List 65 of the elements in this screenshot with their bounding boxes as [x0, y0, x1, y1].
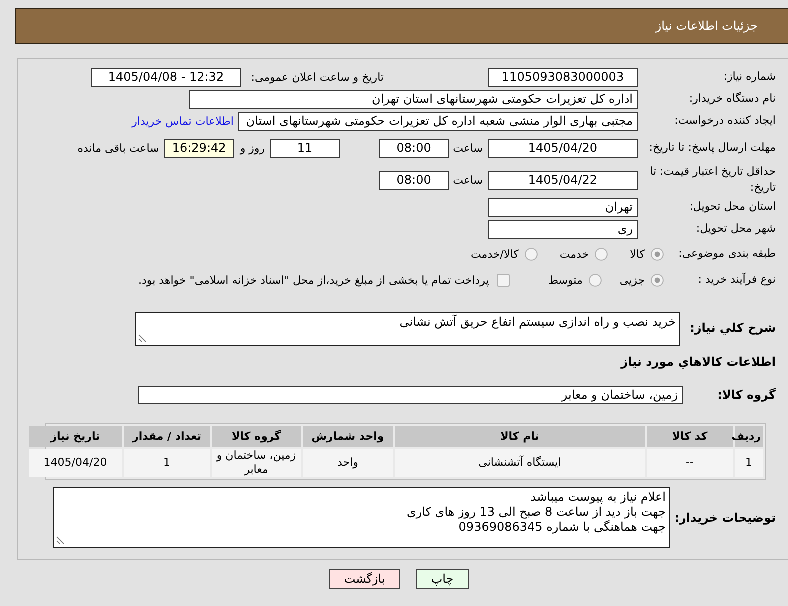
table-cell: 1: [124, 449, 210, 477]
page-title: جزئیات اطلاعات نیاز: [656, 19, 758, 33]
city-field[interactable]: ری: [488, 220, 638, 238]
field-label: حداقل تاریخ اعتبار قیمت: تا تاریخ:: [649, 164, 776, 196]
goods-group-field[interactable]: زمین، ساختمان و معابر: [138, 386, 683, 404]
field-label: طبقه بندی موضوعی:: [678, 246, 776, 262]
field-label: شماره نیاز:: [722, 69, 776, 85]
province-field[interactable]: تهران: [488, 198, 638, 216]
field-label: استان محل تحویل:: [688, 199, 776, 215]
field-label: ساعت باقی مانده: [78, 142, 160, 154]
back-button[interactable]: بازگشت: [329, 569, 400, 589]
announce-date-field[interactable]: 1405/04/08 - 12:32: [91, 68, 242, 86]
field-label: روز و: [240, 142, 266, 154]
column-header: تعداد / مقدار: [124, 426, 210, 447]
column-header: گروه کالا: [212, 426, 301, 447]
option-label: متوسط: [548, 274, 583, 286]
resize-grip-icon[interactable]: [56, 536, 65, 545]
field-label: ساعت: [453, 174, 483, 186]
radio-button[interactable]: [651, 274, 664, 286]
table-cell: --: [647, 449, 733, 477]
validity-time-field[interactable]: 08:00: [379, 170, 450, 190]
print-button[interactable]: چاپ: [416, 569, 469, 589]
option-label: کالا: [630, 248, 645, 260]
column-header: تاریخ نیاز: [29, 426, 122, 447]
column-header: نام کالا: [395, 426, 645, 447]
table-cell: ایستگاه آتشنشانی: [395, 449, 645, 477]
table-cell: 1: [735, 449, 763, 477]
resize-grip-icon[interactable]: [138, 334, 147, 343]
field-label: ایجاد کننده درخواست:: [674, 113, 776, 129]
option-label: جزیی: [620, 274, 645, 286]
field-label: نوع فرآیند خرید :: [697, 272, 776, 288]
column-header: ردیف: [735, 426, 763, 447]
column-header: واحد شمارش: [303, 426, 393, 447]
deadline-date-field[interactable]: 1405/04/20: [488, 138, 638, 158]
need-number-field[interactable]: 1105093083000003: [488, 68, 638, 86]
field-label: شهر محل تحویل:: [695, 221, 776, 237]
option-label: خدمت: [560, 248, 590, 260]
radio-button[interactable]: [524, 248, 538, 260]
table-cell: واحد: [303, 449, 393, 477]
field-label: تاریخ و ساعت اعلان عمومی:: [251, 70, 384, 84]
radio-button[interactable]: [588, 274, 602, 286]
option-label: کالا/خدمت: [471, 248, 519, 260]
contact-link[interactable]: اطلاعات تماس خریدار: [132, 114, 234, 128]
field-label: نام دستگاه خریدار:: [688, 91, 776, 107]
buyer-notes-field[interactable]: اعلام نیاز به پیوست میباشد جهت باز دید از ساعت 8 صبح الی 13 روز های کاری جهت هماهنگی با شماره 09369086345: [53, 487, 670, 548]
radio-button[interactable]: [651, 248, 664, 260]
field-label: توضیحات خریدار:: [674, 510, 776, 524]
validity-date-field[interactable]: 1405/04/22: [488, 170, 638, 190]
checkbox-label: پرداخت تمام یا بخشی از مبلغ خرید،از محل "اسناد خزانه اسلامی" خواهد بود.: [138, 274, 490, 286]
requester-field[interactable]: مجتبی بهاری الوار منشی شعبه اداره کل تعزیرات حکومتی شهرستانهای استان: [238, 112, 638, 130]
field-label: گروه کالا:: [716, 388, 776, 402]
radio-button[interactable]: [595, 248, 608, 260]
table-cell: 1405/04/20: [29, 449, 122, 477]
section-heading: اطلاعات كالاهاي مورد نياز: [620, 355, 776, 369]
field-label: مهلت ارسال پاسخ: تا تاریخ:: [648, 140, 776, 156]
field-label: شرح كلي نياز:: [689, 320, 776, 335]
field-label: ساعت: [453, 142, 483, 154]
days-left-field[interactable]: 11: [270, 138, 340, 158]
column-header: کد کالا: [647, 426, 733, 447]
checkbox[interactable]: [497, 274, 510, 286]
description-field[interactable]: خرید نصب و راه اندازی سیستم اتفاع حریق آتش نشانی: [135, 312, 680, 346]
buyer-org-field[interactable]: اداره کل تعزیرات حکومتی شهرستانهای استان تهران: [189, 90, 638, 108]
table-cell: زمین، ساختمان و معابر: [212, 449, 301, 477]
time-left-field[interactable]: 16:29:42: [164, 138, 234, 158]
deadline-time-field[interactable]: 08:00: [379, 138, 450, 158]
